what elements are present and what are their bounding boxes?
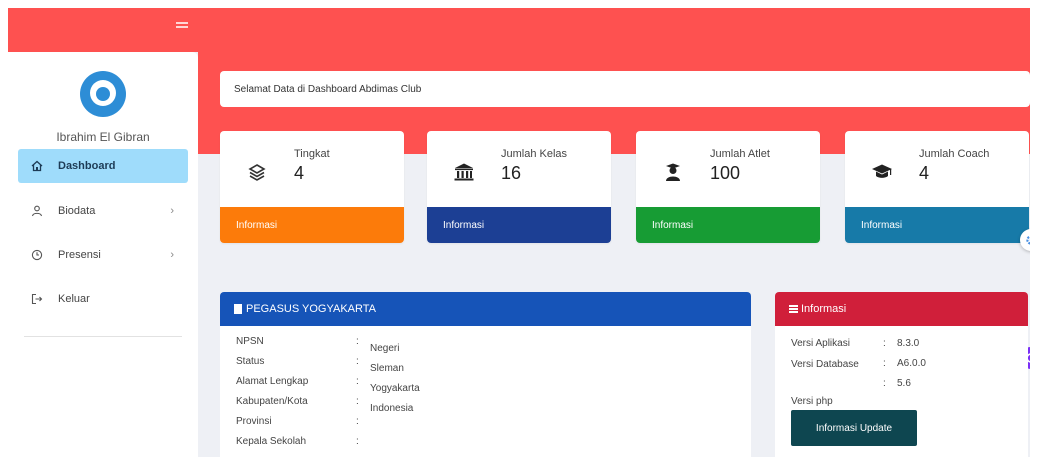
hamburger-menu-icon[interactable] [176, 22, 188, 32]
school-key: NPSN [236, 336, 264, 347]
school-colon: : [356, 396, 359, 407]
school-row: NPSN : Negeri [236, 336, 536, 354]
stat-card-jumlah-coach: Jumlah Coach 4 Informasi [845, 131, 1029, 243]
school-colon: : [356, 376, 359, 387]
school-value: Sleman [370, 363, 404, 374]
school-key: Status [236, 356, 265, 367]
school-value: Yogyakarta [370, 383, 420, 394]
clock-icon [30, 248, 44, 262]
school-colon: : [356, 436, 359, 447]
info-key: Versi Aplikasi [791, 338, 850, 349]
school-colon: : [356, 336, 359, 347]
graduation-cap-icon [871, 161, 893, 183]
stat-card-jumlah-atlet: Jumlah Atlet 100 Informasi [636, 131, 820, 243]
sidebar-item-dashboard[interactable]: Dashboard [18, 149, 188, 183]
school-key: Provinsi [236, 416, 272, 427]
info-update-button[interactable]: Informasi Update [791, 410, 917, 446]
sidebar-item-presensi[interactable]: Presensi › [18, 238, 188, 272]
stat-card-jumlah-kelas: Jumlah Kelas 16 Informasi [427, 131, 611, 243]
school-colon: : [356, 356, 359, 367]
card-info-link[interactable]: Informasi [636, 207, 820, 243]
info-value: 8.3.0 [897, 338, 920, 349]
info-value: A6.0.0 [897, 358, 926, 369]
school-panel-title: PEGASUS YOGYAKARTA [246, 303, 377, 315]
app-info-panel: Informasi Versi Aplikasi : 8.3.0 Versi D… [775, 292, 1028, 457]
menu-lines-icon [789, 305, 798, 313]
info-value: 5.6 [897, 378, 911, 389]
stat-card-tingkat: Tingkat 4 Informasi [220, 131, 404, 243]
sidebar-item-label: Presensi [58, 249, 101, 261]
stat-card-title: Jumlah Kelas [501, 148, 568, 160]
stat-card-value: 4 [919, 163, 930, 183]
sidebar-item-keluar[interactable]: Keluar [18, 282, 188, 316]
building-icon [234, 304, 242, 314]
institution-icon [453, 161, 475, 183]
stat-card-value: 4 [294, 163, 305, 183]
user-avatar-icon [90, 80, 116, 106]
info-colon: : [883, 358, 886, 369]
school-row: Kabupaten/Kota : Indonesia [236, 396, 536, 414]
info-key: Versi php [791, 396, 833, 407]
sidebar-username: Ibrahim El Gibran [56, 130, 150, 144]
school-value: Indonesia [370, 403, 414, 414]
school-value: Negeri [370, 343, 400, 354]
info-colon: : [883, 378, 886, 389]
school-key: Kabupaten/Kota [236, 396, 308, 407]
school-key: Alamat Lengkap [236, 376, 309, 387]
athlete-icon [662, 161, 684, 183]
card-info-link[interactable]: Informasi [427, 207, 611, 243]
stat-card-title: Jumlah Coach [919, 148, 990, 160]
stat-card-value: 100 [710, 163, 741, 183]
school-row: Kepala Sekolah : [236, 436, 536, 454]
school-row: Status : Sleman [236, 356, 536, 374]
info-panel-title: Informasi [801, 303, 847, 315]
sidebar-item-biodata[interactable]: Biodata › [18, 194, 188, 228]
info-colon: : [883, 338, 886, 349]
avatar[interactable] [80, 71, 126, 117]
sidebar: Ibrahim El Gibran Dashboard Biodata › Pr… [8, 52, 198, 457]
user-icon [30, 204, 44, 218]
stat-card-title: Jumlah Atlet [710, 148, 770, 160]
stat-card-title: Tingkat [294, 148, 330, 160]
school-info-panel: PEGASUS YOGYAKARTA NPSN : Negeri Status … [220, 292, 751, 457]
chevron-right-icon: › [170, 205, 174, 217]
chevron-right-icon: › [170, 249, 174, 261]
sidebar-item-label: Dashboard [58, 160, 116, 172]
school-row: Provinsi : [236, 416, 536, 434]
school-row: Alamat Lengkap : Yogyakarta [236, 376, 536, 394]
school-colon: : [356, 416, 359, 427]
info-key: Versi Database [791, 359, 859, 370]
layers-icon [246, 161, 268, 183]
stat-card-value: 16 [501, 163, 522, 183]
school-key: Kepala Sekolah [236, 436, 307, 447]
sidebar-divider [24, 336, 182, 337]
card-info-link[interactable]: Informasi [220, 207, 404, 243]
sidebar-item-label: Keluar [58, 293, 90, 305]
top-navbar [8, 8, 1030, 52]
settings-gear-icon[interactable] [1020, 229, 1030, 251]
welcome-banner: Selamat Data di Dashboard Abdimas Club [220, 71, 1030, 107]
home-icon [30, 159, 44, 173]
info-panel-header: Informasi [775, 292, 1028, 326]
welcome-text: Selamat Data di Dashboard Abdimas Club [234, 83, 422, 95]
sidebar-item-label: Biodata [58, 205, 96, 217]
card-info-link[interactable]: Informasi [845, 207, 1029, 243]
logout-icon [30, 292, 44, 306]
app-frame: Ibrahim El Gibran Dashboard Biodata › Pr… [8, 8, 1030, 457]
school-panel-header: PEGASUS YOGYAKARTA [220, 292, 751, 326]
